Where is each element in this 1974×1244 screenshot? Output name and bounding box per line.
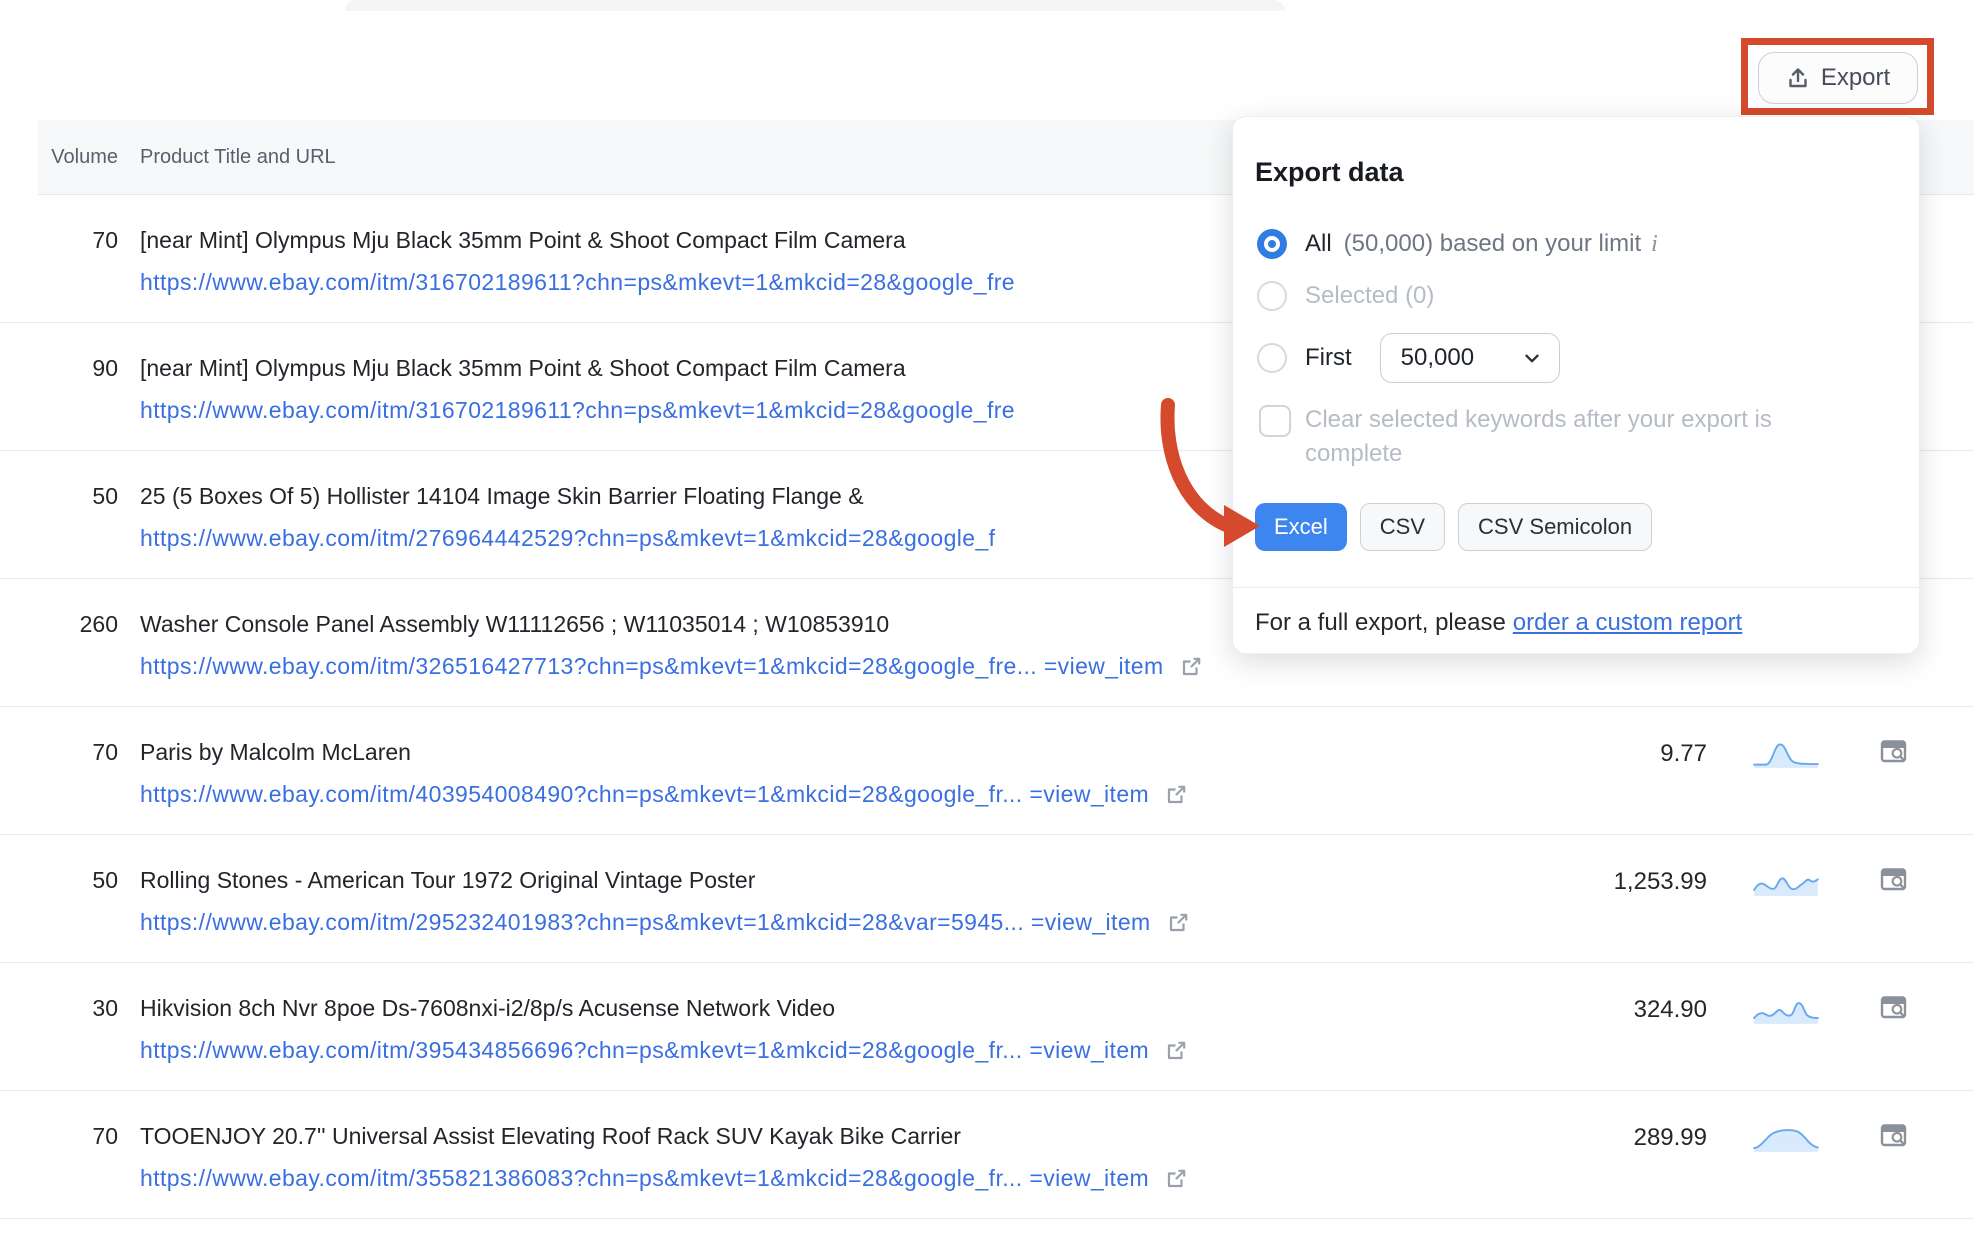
product-url-link[interactable]: https://www.ebay.com/itm/395434856696?ch… xyxy=(140,1037,1149,1063)
external-link-icon[interactable] xyxy=(1165,1167,1188,1195)
serp-preview-icon[interactable] xyxy=(1880,994,1907,1026)
volume-value: 260 xyxy=(38,611,118,638)
export-popup: Export data All (50,000) based on your l… xyxy=(1232,116,1920,654)
table-row: 70 Paris by Malcolm McLaren https://www.… xyxy=(0,707,1974,835)
product-url-link[interactable]: https://www.ebay.com/itm/316702189611?ch… xyxy=(140,269,1015,295)
product-url-line: https://www.ebay.com/itm/395434856696?ch… xyxy=(140,1037,1188,1067)
volume-value: 70 xyxy=(38,739,118,766)
price-value: 9.77 xyxy=(1660,740,1707,768)
radio-selected[interactable] xyxy=(1257,281,1287,311)
external-link-icon[interactable] xyxy=(1165,783,1188,811)
column-header-product: Product Title and URL xyxy=(140,146,336,169)
product-url-line: https://www.ebay.com/itm/316702189611?ch… xyxy=(140,397,1015,424)
table-row: 70 TOOENJOY 20.7'' Universal Assist Elev… xyxy=(0,1091,1974,1219)
product-title: 25 (5 Boxes Of 5) Hollister 14104 Image … xyxy=(140,483,864,510)
radio-all-selected[interactable] xyxy=(1257,229,1287,259)
option-all-label: All xyxy=(1305,230,1332,258)
footer-text: For a full export, please xyxy=(1255,609,1506,636)
export-button-label: Export xyxy=(1821,64,1890,92)
product-title: Hikvision 8ch Nvr 8poe Ds-7608nxi-i2/8p/… xyxy=(140,995,835,1022)
product-url-link[interactable]: https://www.ebay.com/itm/295232401983?ch… xyxy=(140,909,1151,935)
popup-divider xyxy=(1233,587,1919,588)
trend-sparkline xyxy=(1752,868,1820,896)
price-value: 324.90 xyxy=(1634,996,1707,1024)
volume-value: 90 xyxy=(38,355,118,382)
popup-title: Export data xyxy=(1255,157,1404,188)
volume-value: 30 xyxy=(38,995,118,1022)
product-url-line: https://www.ebay.com/itm/355821386083?ch… xyxy=(140,1165,1188,1195)
csv-button[interactable]: CSV xyxy=(1360,503,1445,551)
product-url-line: https://www.ebay.com/itm/326516427713?ch… xyxy=(140,653,1203,683)
format-buttons: Excel CSV CSV Semicolon xyxy=(1255,503,1652,551)
radio-first[interactable] xyxy=(1257,343,1287,373)
external-link-icon[interactable] xyxy=(1165,1039,1188,1067)
volume-value: 70 xyxy=(38,227,118,254)
product-title: Washer Console Panel Assembly W11112656 … xyxy=(140,611,889,638)
export-button[interactable]: Export xyxy=(1758,52,1918,104)
volume-value: 50 xyxy=(38,867,118,894)
product-url-link[interactable]: https://www.ebay.com/itm/276964442529?ch… xyxy=(140,525,995,551)
product-url-link[interactable]: https://www.ebay.com/itm/326516427713?ch… xyxy=(140,653,1164,679)
option-all[interactable]: All (50,000) based on your limit i xyxy=(1257,229,1658,259)
product-title: TOOENJOY 20.7'' Universal Assist Elevati… xyxy=(140,1123,961,1150)
option-all-detail: (50,000) based on your limit xyxy=(1344,230,1642,258)
price-value: 289.99 xyxy=(1634,1124,1707,1152)
custom-report-link[interactable]: order a custom report xyxy=(1513,609,1742,636)
product-url-link[interactable]: https://www.ebay.com/itm/403954008490?ch… xyxy=(140,781,1149,807)
product-title: [near Mint] Olympus Mju Black 35mm Point… xyxy=(140,355,906,382)
product-url-line: https://www.ebay.com/itm/316702189611?ch… xyxy=(140,269,1015,296)
external-link-icon[interactable] xyxy=(1167,911,1190,939)
option-selected[interactable]: Selected (0) xyxy=(1257,281,1434,311)
trend-sparkline xyxy=(1752,740,1820,768)
price-value: 1,253.99 xyxy=(1614,868,1707,896)
product-title: Paris by Malcolm McLaren xyxy=(140,739,411,766)
trend-sparkline xyxy=(1752,1124,1820,1152)
clear-keywords-checkbox[interactable] xyxy=(1259,405,1291,437)
screen: Export Volume Product Title and URL 70 [… xyxy=(0,0,1974,1244)
info-icon[interactable]: i xyxy=(1651,231,1658,258)
csv-semicolon-button[interactable]: CSV Semicolon xyxy=(1458,503,1652,551)
chevron-down-icon xyxy=(1521,347,1543,369)
product-url-link[interactable]: https://www.ebay.com/itm/316702189611?ch… xyxy=(140,397,1015,423)
popup-footer: For a full export, please order a custom … xyxy=(1255,609,1742,637)
table-row: 50 Rolling Stones - American Tour 1972 O… xyxy=(0,835,1974,963)
product-url-line: https://www.ebay.com/itm/295232401983?ch… xyxy=(140,909,1190,939)
volume-value: 50 xyxy=(38,483,118,510)
serp-preview-icon[interactable] xyxy=(1880,866,1907,898)
column-header-volume: Volume xyxy=(38,146,118,169)
serp-preview-icon[interactable] xyxy=(1880,1122,1907,1154)
upload-icon xyxy=(1786,66,1810,90)
option-first-label: First xyxy=(1305,344,1352,372)
product-url-link[interactable]: https://www.ebay.com/itm/355821386083?ch… xyxy=(140,1165,1149,1191)
limit-dropdown[interactable]: 50,000 xyxy=(1380,333,1560,383)
serp-preview-icon[interactable] xyxy=(1880,738,1907,770)
cropped-tooltip-edge xyxy=(345,0,1285,11)
product-title: [near Mint] Olympus Mju Black 35mm Point… xyxy=(140,227,906,254)
product-url-line: https://www.ebay.com/itm/403954008490?ch… xyxy=(140,781,1188,811)
external-link-icon[interactable] xyxy=(1180,655,1203,683)
product-title: Rolling Stones - American Tour 1972 Orig… xyxy=(140,867,755,894)
volume-value: 70 xyxy=(38,1123,118,1150)
clear-keywords-label: Clear selected keywords after your expor… xyxy=(1305,403,1825,471)
limit-dropdown-value: 50,000 xyxy=(1401,344,1521,372)
table-row: 30 Hikvision 8ch Nvr 8poe Ds-7608nxi-i2/… xyxy=(0,963,1974,1091)
product-url-line: https://www.ebay.com/itm/276964442529?ch… xyxy=(140,525,995,552)
excel-button[interactable]: Excel xyxy=(1255,503,1347,551)
option-first[interactable]: First 50,000 xyxy=(1257,333,1560,383)
trend-sparkline xyxy=(1752,996,1820,1024)
option-selected-label: Selected (0) xyxy=(1305,282,1434,310)
